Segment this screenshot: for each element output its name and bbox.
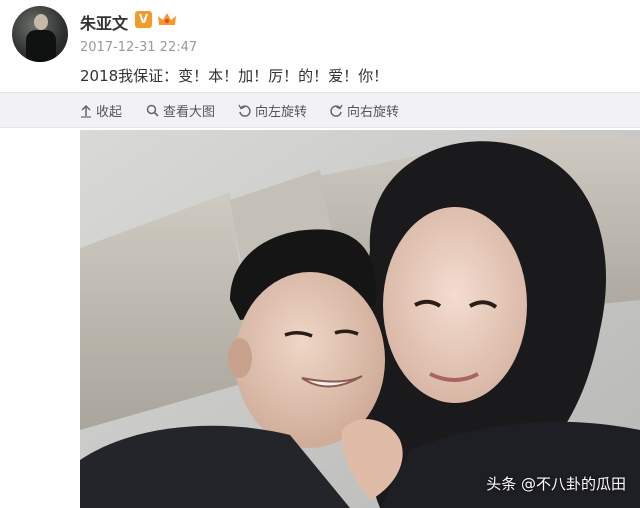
verified-v-icon: V bbox=[135, 11, 152, 28]
photo-watermark: 头条 @不八卦的瓜田 bbox=[486, 475, 626, 493]
rotate-left-icon bbox=[238, 104, 251, 117]
collapse-button[interactable]: 收起 bbox=[80, 101, 122, 120]
post-text: 2018我保证：变！本！加！厉！的！爱！你！ bbox=[80, 67, 389, 85]
rotate-left-button[interactable]: 向左旋转 bbox=[238, 101, 307, 120]
image-toolbar: 收起 查看大图 向左旋转 向右旋转 bbox=[0, 92, 640, 128]
avatar-figure-head bbox=[34, 14, 48, 30]
rotate-left-label: 向左旋转 bbox=[255, 105, 308, 120]
username-link[interactable]: 朱亚文 bbox=[80, 10, 128, 34]
woman-face bbox=[383, 207, 527, 403]
photo-illustration bbox=[80, 130, 640, 508]
avatar[interactable] bbox=[12, 6, 68, 62]
collapse-label: 收起 bbox=[96, 105, 123, 120]
avatar-figure-body bbox=[26, 30, 56, 62]
collapse-arrow-icon bbox=[81, 104, 91, 118]
view-large-label: 查看大图 bbox=[163, 105, 216, 120]
rotate-right-icon bbox=[330, 104, 343, 117]
post-photo[interactable]: 头条 @不八卦的瓜田 bbox=[80, 130, 640, 508]
member-crown-icon bbox=[158, 13, 176, 25]
view-large-button[interactable]: 查看大图 bbox=[146, 101, 215, 120]
post-timestamp[interactable]: 2017-12-31 22:47 bbox=[80, 40, 197, 55]
magnifier-icon bbox=[146, 104, 159, 117]
rotate-right-button[interactable]: 向右旋转 bbox=[330, 101, 399, 120]
rotate-right-label: 向右旋转 bbox=[347, 105, 400, 120]
man-ear bbox=[228, 338, 252, 378]
